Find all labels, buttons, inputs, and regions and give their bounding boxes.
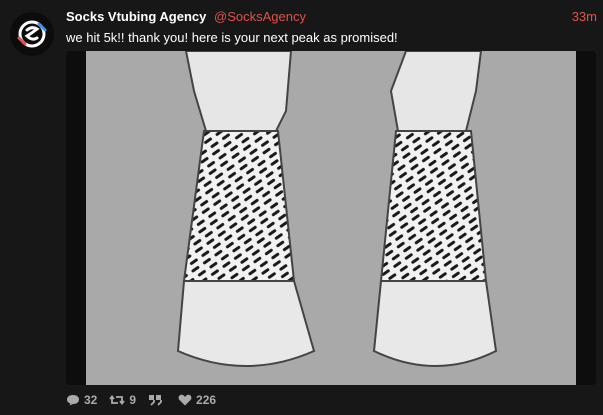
tweet-header: Socks Vtubing Agency @SocksAgency 33m xyxy=(66,9,597,25)
retweet-count: 9 xyxy=(129,393,137,407)
retweet-icon xyxy=(109,395,126,405)
reply-count: 32 xyxy=(84,393,98,407)
quote-button[interactable] xyxy=(148,394,166,406)
reply-button[interactable]: 32 xyxy=(66,393,97,407)
like-count: 226 xyxy=(196,393,217,407)
timestamp[interactable]: 33m xyxy=(572,9,597,25)
reply-icon xyxy=(67,395,79,406)
tweet-text: we hit 5k!! thank you! here is your next… xyxy=(66,30,398,45)
tweet-image[interactable] xyxy=(66,51,596,385)
sock-feet-illustration xyxy=(86,51,576,385)
heart-icon xyxy=(178,394,192,406)
agency-logo-icon xyxy=(17,20,47,48)
retweet-button[interactable]: 9 xyxy=(109,393,136,407)
tweet-actions: 32 9 226 xyxy=(66,393,228,407)
display-name[interactable]: Socks Vtubing Agency xyxy=(66,9,206,24)
like-button[interactable]: 226 xyxy=(178,393,216,407)
quote-icon xyxy=(149,395,162,406)
user-handle[interactable]: @SocksAgency xyxy=(214,9,306,24)
tweet: Socks Vtubing Agency @SocksAgency 33m we… xyxy=(0,0,603,415)
avatar[interactable] xyxy=(10,12,54,56)
